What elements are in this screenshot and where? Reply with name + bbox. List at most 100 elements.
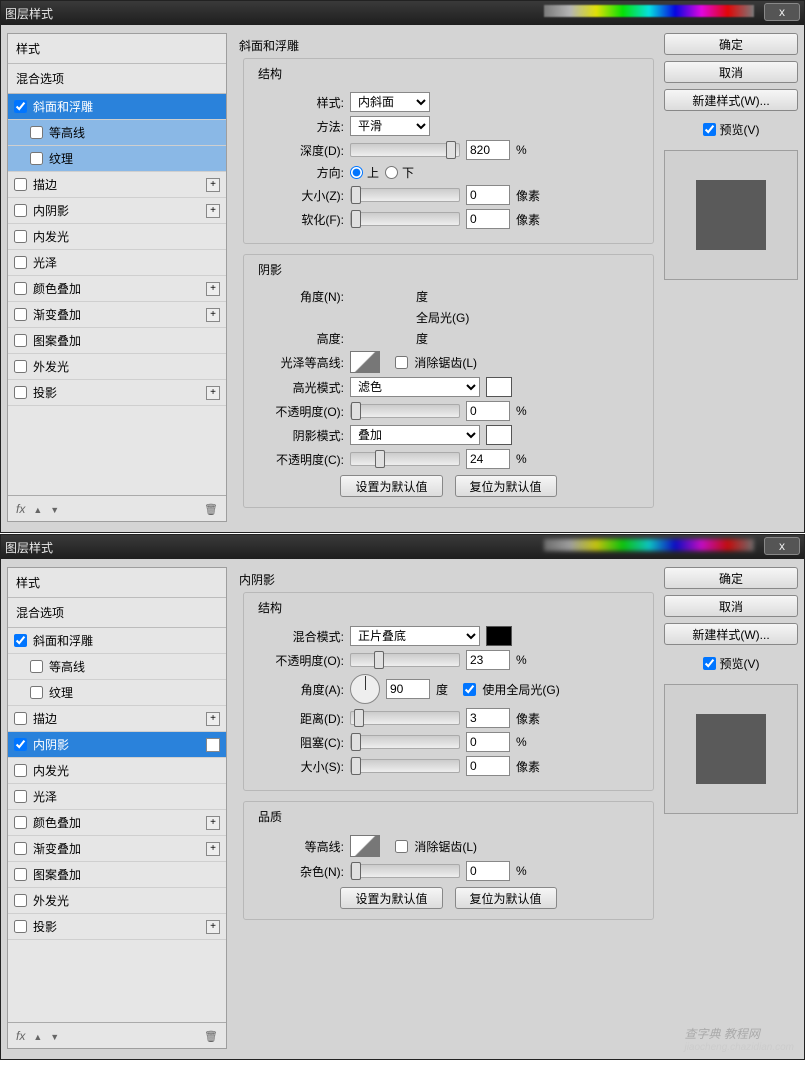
- move-up-icon[interactable]: [33, 502, 42, 516]
- plus-icon[interactable]: +: [206, 308, 220, 322]
- blend-mode-select[interactable]: 正片叠底: [350, 626, 480, 646]
- plus-icon[interactable]: +: [206, 178, 220, 192]
- drop-shadow-checkbox[interactable]: [14, 386, 27, 399]
- close-button[interactable]: x: [764, 537, 800, 555]
- grad-overlay-checkbox[interactable]: [14, 308, 27, 321]
- cancel-button[interactable]: 取消: [664, 61, 798, 83]
- move-down-icon[interactable]: [50, 502, 59, 516]
- plus-icon[interactable]: +: [206, 816, 220, 830]
- soften-slider[interactable]: [350, 212, 460, 226]
- distance-slider[interactable]: [350, 711, 460, 725]
- size-input[interactable]: [466, 185, 510, 205]
- size-slider[interactable]: [350, 759, 460, 773]
- size-slider[interactable]: [350, 188, 460, 202]
- sidebar-item-contour[interactable]: 等高线: [8, 654, 226, 680]
- outer-glow-checkbox[interactable]: [14, 360, 27, 373]
- ok-button[interactable]: 确定: [664, 33, 798, 55]
- highlight-mode-select[interactable]: 滤色: [350, 377, 480, 397]
- move-up-icon[interactable]: [33, 1029, 42, 1043]
- sidebar-item-texture[interactable]: 纹理: [8, 146, 226, 172]
- sidebar-item-stroke[interactable]: 描边+: [8, 172, 226, 198]
- texture-checkbox[interactable]: [30, 686, 43, 699]
- noise-slider[interactable]: [350, 864, 460, 878]
- texture-checkbox[interactable]: [30, 152, 43, 165]
- reset-default-button[interactable]: 复位为默认值: [455, 475, 557, 497]
- styles-header[interactable]: 样式: [8, 34, 226, 64]
- sidebar-item-satin[interactable]: 光泽: [8, 784, 226, 810]
- plus-icon[interactable]: +: [206, 738, 220, 752]
- sidebar-item-inner-glow[interactable]: 内发光: [8, 224, 226, 250]
- size-input[interactable]: [466, 756, 510, 776]
- plus-icon[interactable]: +: [206, 386, 220, 400]
- fx-label[interactable]: fx: [16, 1029, 25, 1043]
- sidebar-item-outer-glow[interactable]: 外发光: [8, 354, 226, 380]
- blend-options-row[interactable]: 混合选项: [8, 64, 226, 94]
- soften-input[interactable]: [466, 209, 510, 229]
- sidebar-item-inner-shadow[interactable]: 内阴影+: [8, 198, 226, 224]
- sidebar-item-color-overlay[interactable]: 颜色叠加+: [8, 810, 226, 836]
- sidebar-item-inner-shadow[interactable]: 内阴影+: [8, 732, 226, 758]
- shadow-color-swatch[interactable]: [486, 626, 512, 646]
- choke-input[interactable]: [466, 732, 510, 752]
- color-overlay-checkbox[interactable]: [14, 816, 27, 829]
- shadow-mode-select[interactable]: 叠加: [350, 425, 480, 445]
- new-style-button[interactable]: 新建样式(W)...: [664, 623, 798, 645]
- opacity-slider[interactable]: [350, 653, 460, 667]
- satin-checkbox[interactable]: [14, 790, 27, 803]
- preview-checkbox[interactable]: [703, 657, 716, 670]
- trash-icon[interactable]: [204, 502, 218, 516]
- new-style-button[interactable]: 新建样式(W)...: [664, 89, 798, 111]
- highlight-opacity-input[interactable]: [466, 401, 510, 421]
- inner-shadow-checkbox[interactable]: [14, 204, 27, 217]
- shadow-color-swatch[interactable]: [486, 425, 512, 445]
- sidebar-item-texture[interactable]: 纹理: [8, 680, 226, 706]
- dir-down-radio[interactable]: 下: [385, 164, 414, 181]
- inner-glow-checkbox[interactable]: [14, 764, 27, 777]
- pattern-overlay-checkbox[interactable]: [14, 868, 27, 881]
- color-overlay-checkbox[interactable]: [14, 282, 27, 295]
- contour-checkbox[interactable]: [30, 126, 43, 139]
- angle-input[interactable]: [386, 679, 430, 699]
- outer-glow-checkbox[interactable]: [14, 894, 27, 907]
- close-button[interactable]: x: [764, 3, 800, 21]
- plus-icon[interactable]: +: [206, 842, 220, 856]
- inner-glow-checkbox[interactable]: [14, 230, 27, 243]
- stroke-checkbox[interactable]: [14, 178, 27, 191]
- styles-header[interactable]: 样式: [8, 568, 226, 598]
- gloss-contour-picker[interactable]: [350, 351, 380, 373]
- inner-shadow-checkbox[interactable]: [14, 738, 27, 751]
- reset-default-button[interactable]: 复位为默认值: [455, 887, 557, 909]
- dir-up-radio[interactable]: 上: [350, 164, 379, 181]
- sidebar-item-pattern-overlay[interactable]: 图案叠加: [8, 862, 226, 888]
- sidebar-item-drop-shadow[interactable]: 投影+: [8, 914, 226, 940]
- contour-checkbox[interactable]: [30, 660, 43, 673]
- cancel-button[interactable]: 取消: [664, 595, 798, 617]
- sidebar-item-outer-glow[interactable]: 外发光: [8, 888, 226, 914]
- sidebar-item-grad-overlay[interactable]: 渐变叠加+: [8, 836, 226, 862]
- sidebar-item-bevel[interactable]: 斜面和浮雕: [8, 94, 226, 120]
- trash-icon[interactable]: [204, 1029, 218, 1043]
- depth-slider[interactable]: [350, 143, 460, 157]
- antialias-checkbox[interactable]: [395, 356, 408, 369]
- blend-options-row[interactable]: 混合选项: [8, 598, 226, 628]
- plus-icon[interactable]: +: [206, 920, 220, 934]
- method-select[interactable]: 平滑: [350, 116, 430, 136]
- antialias-checkbox[interactable]: [395, 840, 408, 853]
- sidebar-item-drop-shadow[interactable]: 投影+: [8, 380, 226, 406]
- sidebar-item-bevel[interactable]: 斜面和浮雕: [8, 628, 226, 654]
- sidebar-item-pattern-overlay[interactable]: 图案叠加: [8, 328, 226, 354]
- set-default-button[interactable]: 设置为默认值: [340, 887, 442, 909]
- bevel-checkbox[interactable]: [14, 634, 27, 647]
- fx-label[interactable]: fx: [16, 502, 25, 516]
- sidebar-item-contour[interactable]: 等高线: [8, 120, 226, 146]
- distance-input[interactable]: [466, 708, 510, 728]
- set-default-button[interactable]: 设置为默认值: [340, 475, 442, 497]
- noise-input[interactable]: [466, 861, 510, 881]
- satin-checkbox[interactable]: [14, 256, 27, 269]
- grad-overlay-checkbox[interactable]: [14, 842, 27, 855]
- highlight-color-swatch[interactable]: [486, 377, 512, 397]
- opacity-input[interactable]: [466, 650, 510, 670]
- ok-button[interactable]: 确定: [664, 567, 798, 589]
- depth-input[interactable]: [466, 140, 510, 160]
- plus-icon[interactable]: +: [206, 204, 220, 218]
